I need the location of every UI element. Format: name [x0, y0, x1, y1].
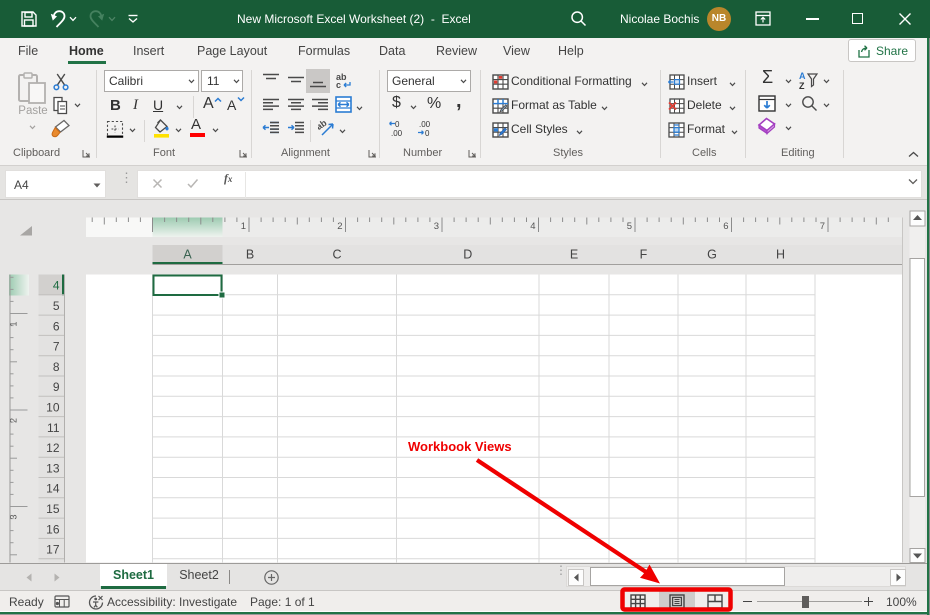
- svg-text:F: F: [640, 248, 648, 262]
- svg-text:c: c: [336, 80, 341, 90]
- svg-text:4: 4: [530, 221, 535, 232]
- svg-text:H: H: [776, 248, 785, 262]
- svg-text:4: 4: [53, 279, 60, 293]
- svg-text:.00: .00: [391, 129, 403, 138]
- svg-text:D: D: [463, 248, 472, 262]
- svg-text:1: 1: [9, 321, 19, 326]
- svg-text:0: 0: [395, 120, 400, 129]
- svg-text:6: 6: [53, 319, 60, 333]
- svg-text:16: 16: [46, 522, 60, 536]
- svg-text:17: 17: [46, 543, 60, 557]
- svg-text:10: 10: [46, 401, 60, 415]
- svg-text:C: C: [332, 248, 341, 262]
- svg-text:5: 5: [53, 299, 60, 313]
- svg-text:8: 8: [53, 360, 60, 374]
- svg-text:7: 7: [820, 221, 825, 232]
- svg-text:7: 7: [53, 340, 60, 354]
- svg-text:9: 9: [53, 380, 60, 394]
- svg-text:.00: .00: [419, 120, 431, 129]
- svg-text:3: 3: [9, 514, 19, 519]
- svg-text:Z: Z: [799, 81, 805, 90]
- svg-text:12: 12: [46, 441, 60, 455]
- svg-text:0: 0: [425, 129, 430, 138]
- svg-text:2: 2: [9, 418, 19, 423]
- svg-text:3: 3: [434, 221, 439, 232]
- svg-text:13: 13: [46, 461, 60, 475]
- svg-text:15: 15: [46, 502, 60, 516]
- svg-text:5: 5: [627, 221, 632, 232]
- svg-text:B: B: [246, 248, 254, 262]
- svg-text:6: 6: [723, 221, 728, 232]
- svg-text:E: E: [570, 248, 578, 262]
- svg-text:14: 14: [46, 482, 60, 496]
- svg-text:2: 2: [337, 221, 342, 232]
- svg-text:11: 11: [47, 421, 60, 435]
- svg-text:A: A: [799, 71, 806, 81]
- svg-text:G: G: [707, 248, 717, 262]
- svg-text:A: A: [183, 248, 192, 262]
- svg-text:1: 1: [241, 221, 246, 232]
